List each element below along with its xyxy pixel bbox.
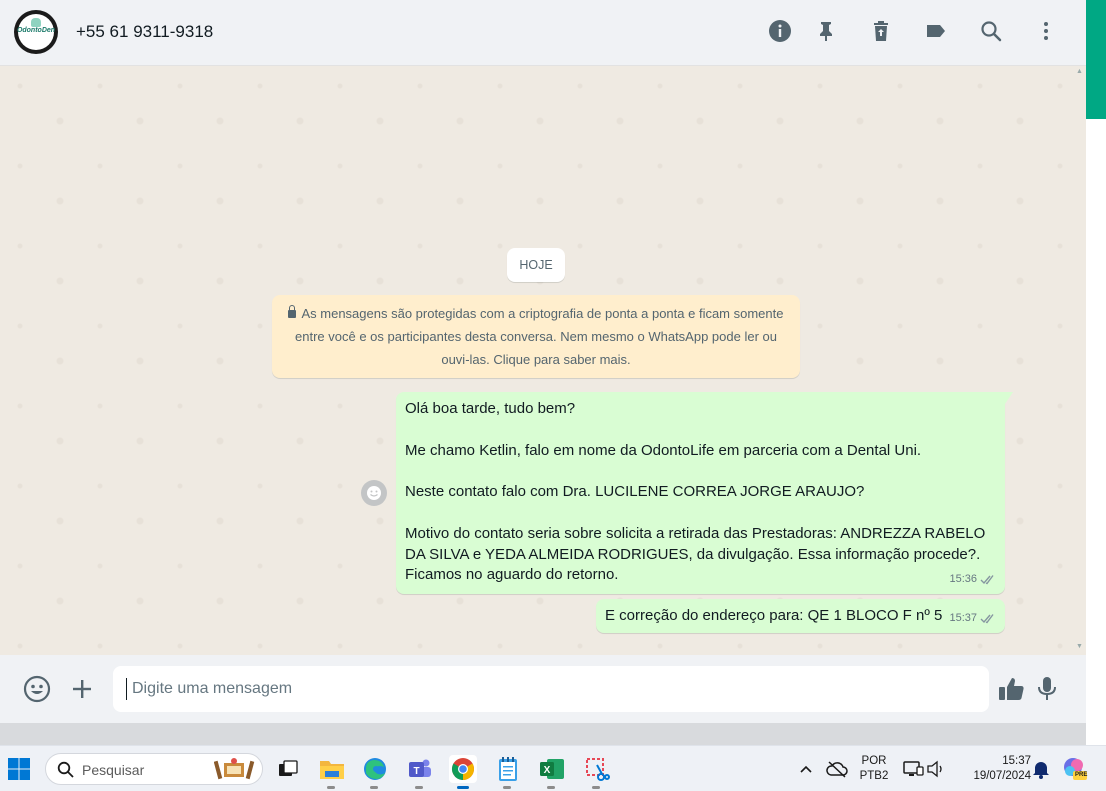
message-line: Ficamos no aguardo do retorno. <box>405 566 619 584</box>
date-chip: HOJE <box>507 248 565 282</box>
cloud-offline-icon[interactable] <box>823 755 851 783</box>
taskbar-search-box[interactable]: Pesquisar <box>45 753 263 785</box>
language-code: POR <box>861 755 887 767</box>
svg-text:T: T <box>413 766 419 777</box>
search-highlight-illustration-icon <box>214 758 255 780</box>
react-emoji-button[interactable] <box>361 480 387 506</box>
search-icon[interactable] <box>978 18 1004 44</box>
microphone-icon[interactable] <box>1033 675 1061 703</box>
message-composer[interactable] <box>113 666 989 712</box>
delete-icon[interactable] <box>868 18 894 44</box>
double-check-icon <box>980 613 994 623</box>
message-line: Me chamo Ketlin, falo em nome da OdontoL… <box>405 441 922 459</box>
teams-icon[interactable]: T <box>406 755 434 783</box>
message-line <box>405 461 996 482</box>
double-check-icon <box>980 575 994 585</box>
message-line: Olá boa tarde, tudo bem? <box>405 400 576 417</box>
snipping-tool-icon[interactable] <box>583 755 611 783</box>
encryption-notice[interactable]: As mensagens são protegidas com a cripto… <box>272 295 800 378</box>
message-meta: 15:37 <box>949 607 997 629</box>
menu-icon[interactable] <box>1033 18 1059 44</box>
clock-time: 15:37 <box>1002 755 1031 767</box>
message-list[interactable]: ▲ ▼ HOJE As mensagens são protegidas com… <box>0 66 1086 655</box>
edge-browser-icon[interactable] <box>361 755 389 783</box>
show-hidden-icons-chevron-icon[interactable] <box>792 755 820 783</box>
message-line <box>405 420 996 441</box>
lock-icon <box>288 305 297 318</box>
excel-icon[interactable]: X <box>538 755 566 783</box>
accent-bar <box>1086 0 1106 119</box>
clock-date: 19/07/2024 <box>973 770 1031 782</box>
label-icon[interactable] <box>923 18 949 44</box>
window-bottom-edge <box>0 723 1086 745</box>
message-time: 15:36 <box>949 573 977 586</box>
copilot-badge: PRE <box>1075 772 1088 778</box>
encryption-notice-text: As mensagens são protegidas com a cripto… <box>295 306 784 367</box>
chrome-icon[interactable] <box>449 755 477 783</box>
message-line: Neste contato falo com Dra. LUCILENE COR… <box>405 483 865 501</box>
message-line <box>405 503 996 524</box>
copilot-icon[interactable]: PRE <box>1061 755 1089 783</box>
background-strip <box>1086 0 1106 745</box>
search-label: Pesquisar <box>82 762 145 778</box>
windows-taskbar: Pesquisar T X POR PTB2 15:37 19/07/2024 … <box>0 745 1106 791</box>
chat-header: OdontoDen +55 61 9311-9318 <box>0 0 1086 66</box>
contact-name[interactable]: +55 61 9311-9318 <box>76 22 213 42</box>
input-language-indicator[interactable]: POR PTB2 <box>854 754 894 784</box>
message-text: E correção do endereço para: QE 1 BLOCO … <box>605 607 943 624</box>
message-meta: 15:36 <box>949 569 997 590</box>
file-explorer-icon[interactable] <box>318 755 346 783</box>
message-input[interactable] <box>113 666 989 712</box>
outgoing-message-bubble[interactable]: Olá boa tarde, tudo bem? Me chamo Ketlin… <box>396 392 1013 594</box>
contact-avatar[interactable]: OdontoDen <box>14 10 58 54</box>
composer-bar <box>0 655 1086 723</box>
attach-plus-icon[interactable] <box>68 675 96 703</box>
outgoing-message-bubble[interactable]: E correção do endereço para: QE 1 BLOCO … <box>596 599 1005 633</box>
avatar-logo-text: OdontoDen <box>16 27 56 34</box>
volume-icon[interactable] <box>922 755 950 783</box>
message-time: 15:37 <box>949 612 977 624</box>
info-icon[interactable] <box>767 18 793 44</box>
whatsapp-window: OdontoDen +55 61 9311-9318 ▲ ▼ HOJE As m… <box>0 0 1086 745</box>
task-view-icon[interactable] <box>274 755 302 783</box>
system-clock[interactable]: 15:37 19/07/2024 <box>955 754 1031 784</box>
search-icon <box>57 761 74 778</box>
keyboard-layout: PTB2 <box>859 770 889 782</box>
scroll-up-arrow-icon[interactable]: ▲ <box>1076 68 1083 75</box>
emoji-icon[interactable] <box>23 675 51 703</box>
message-line: Motivo do contato seria sobre solicita a… <box>405 524 986 563</box>
notification-bell-icon[interactable] <box>1027 755 1055 783</box>
thumbs-up-icon[interactable] <box>997 675 1025 703</box>
scroll-down-arrow-icon[interactable]: ▼ <box>1076 643 1083 650</box>
notepad-icon[interactable] <box>494 755 522 783</box>
windows-start-icon[interactable] <box>5 755 33 783</box>
tooth-logo-icon <box>31 18 41 27</box>
svg-text:X: X <box>544 765 551 776</box>
pin-icon[interactable] <box>813 18 839 44</box>
